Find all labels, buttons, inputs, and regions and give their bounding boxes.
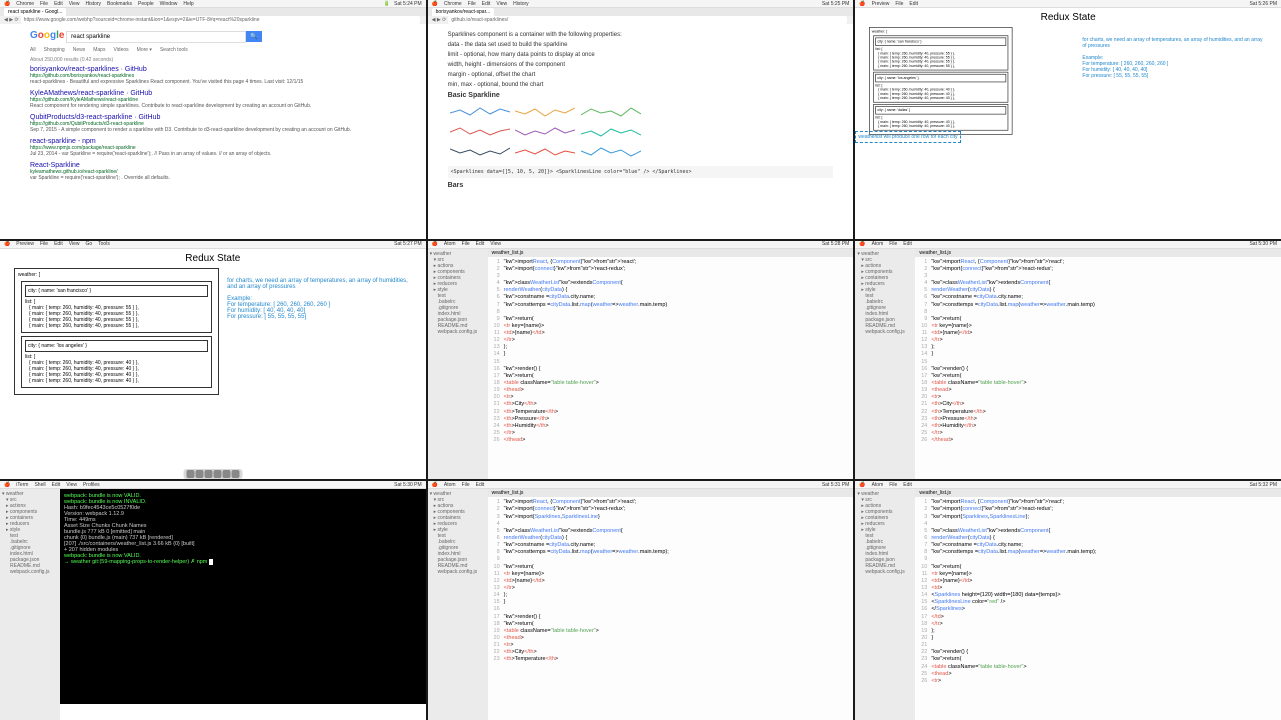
result-link[interactable]: borisyankov/react-sparklines · GitHub [30,66,396,73]
atom-editor-3: 🍎AtomFileEditSat 5:31 PM ▾ weather▾ src▸… [428,481,854,720]
terminal-panel: 🍎iTermShellEditViewProfilesSat 5:30 PM ▾… [0,481,426,720]
url-bar[interactable]: ◀ ▶ ⟳https://www.google.com/webhp?source… [0,16,426,24]
sparklines-docs-panel: 🍎ChromeFileEditViewHistorySat 5:25 PM bo… [428,0,854,239]
terminal[interactable]: webpack: bundle is now VALID.webpack: bu… [60,489,426,704]
redux-title: Redux State [859,12,1277,23]
intro-text: Sparklines component is a container with… [448,32,834,38]
result-link[interactable]: QubitProducts/d3-react-sparkline · GitHu… [30,114,396,121]
search-button[interactable]: 🔍 [246,31,261,42]
code-editor[interactable]: 1"kw">import React, { Component } "kw">f… [488,497,854,665]
result-link[interactable]: react-sparkline - npm [30,138,396,145]
redux-state-small: 🍎PreviewFileEditSat 5:26 PM Redux State … [855,0,1281,239]
result-stats: About 250,000 results (0.42 seconds) [30,57,396,63]
file-tree[interactable]: ▾ weather▾ src▸ actions▸ components▸ con… [855,249,915,480]
google-logo: Google [30,30,64,41]
result-link[interactable]: React-Sparkline [30,162,396,169]
code-example: <Sparklines data={[5, 10, 5, 20]}> <Spar… [448,166,834,178]
menubar: 🍎ChromeFileEditViewHistoryBookmarksPeopl… [0,0,426,8]
browser-tab[interactable]: react sparkline - Googl... [4,8,66,16]
atom-editor-2: 🍎AtomFileEditSat 5:30 PM ▾ weather▾ src▸… [855,241,1281,480]
search-nav: AllShoppingNewsMapsVideosMore ▾Search to… [30,47,396,53]
code-editor[interactable]: 1"kw">import React, { Component } "kw">f… [915,497,1281,687]
editor-tab[interactable]: weather_list.js [488,249,854,257]
code-editor[interactable]: 1"kw">import React, { Component } "kw">f… [915,257,1281,447]
dock[interactable] [183,469,242,479]
file-tree[interactable]: ▾ weather▾ src▸ actions▸ components▸ con… [428,249,488,480]
file-tree[interactable]: ▾ weather▾ src▸ actions▸ components▸ con… [855,489,915,720]
redux-state-large: 🍎PreviewFileEditViewGoToolsSat 5:27 PM R… [0,241,426,480]
atom-editor-4: 🍎AtomFileEditSat 5:32 PM ▾ weather▾ src▸… [855,481,1281,720]
search-input[interactable]: react sparkline [66,31,246,43]
tab-bar: react sparkline - Googl... [0,8,426,16]
file-tree[interactable]: ▾ weather▾ src▸ actions▸ components▸ con… [0,489,60,720]
weather-box: weather: [ city: { name: 'san francisco'… [869,27,1013,135]
section-heading: Basic Sparkline [448,92,834,99]
sparkline-examples [448,103,834,163]
file-tree[interactable]: ▾ weather▾ src▸ actions▸ components▸ con… [428,489,488,720]
code-editor[interactable]: 1"kw">import React, { Component } "kw">f… [488,257,854,447]
result-link[interactable]: KyleAMathews/react-sparkline · GitHub [30,90,396,97]
side-annotation: weatherlist will produce one row for eac… [855,131,960,143]
atom-editor-1: 🍎AtomFileEditViewSat 5:28 PM ▾ weather▾ … [428,241,854,480]
google-search-panel: 🍎ChromeFileEditViewHistoryBookmarksPeopl… [0,0,426,239]
